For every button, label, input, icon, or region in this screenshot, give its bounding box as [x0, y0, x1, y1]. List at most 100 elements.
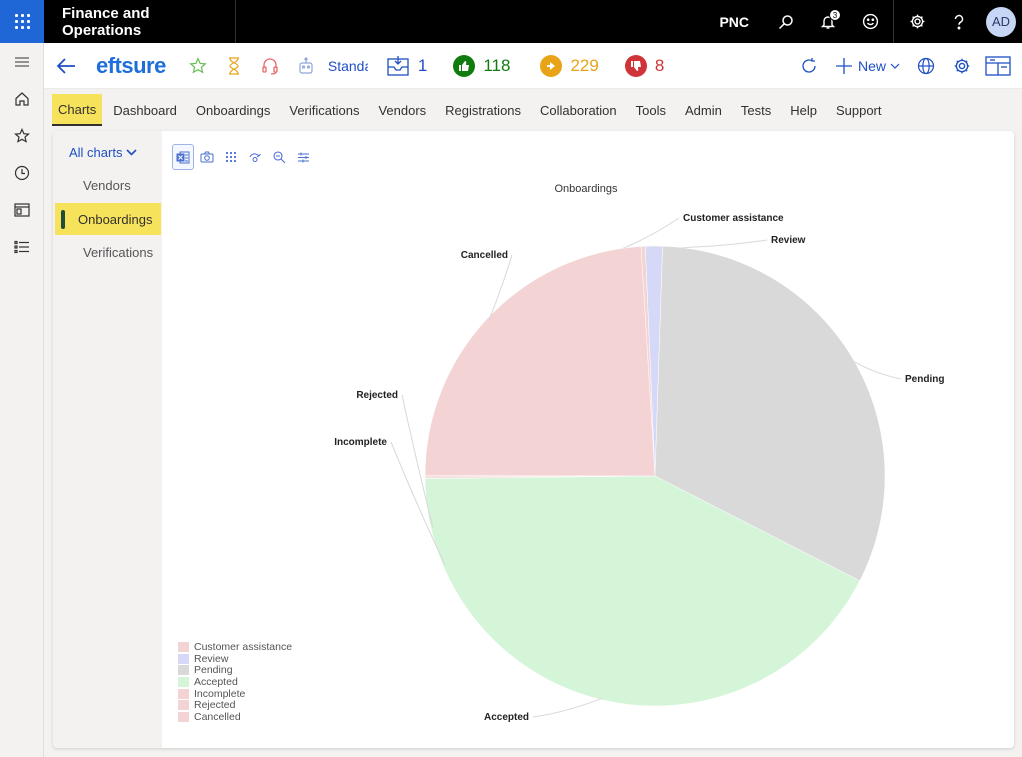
search-icon [778, 14, 793, 29]
pie-label-review: Review [771, 235, 806, 246]
back-arrow-icon [56, 57, 75, 74]
legend-label: Rejected [194, 699, 236, 712]
notifications-button[interactable]: 3 [807, 0, 849, 43]
refresh-button[interactable] [791, 43, 827, 89]
layout-icon [985, 55, 1011, 76]
metric-approved-value: 118 [483, 55, 511, 75]
metric-pending[interactable]: 229 [540, 54, 599, 77]
app-title[interactable]: Finance and Operations [44, 0, 236, 43]
back-button[interactable] [48, 57, 84, 74]
gear-icon [954, 58, 970, 73]
favorites-button[interactable] [0, 117, 44, 154]
metric-rejected[interactable]: 8 [624, 54, 665, 77]
legend-item-pending[interactable]: Pending [178, 664, 292, 676]
workspace-icon [14, 202, 30, 217]
menu-onboardings[interactable]: Onboardings [196, 94, 270, 126]
recent-button[interactable] [0, 154, 44, 191]
plus-icon [835, 57, 852, 74]
chart-panel: All charts Vendors Onboardings Verificat… [53, 131, 1014, 748]
pie-slice-cancelled[interactable] [424, 246, 656, 477]
headset-icon [262, 57, 278, 75]
menu-registrations[interactable]: Registrations [445, 94, 521, 126]
pie-label-customer-assistance: Customer assistance [683, 213, 784, 224]
legend-item-customer-assistance[interactable]: Customer assistance [178, 641, 292, 653]
menu-admin[interactable]: Admin [685, 94, 722, 126]
legend-swatch [178, 711, 189, 722]
top-bar: Finance and Operations PNC 3 AD [0, 0, 1022, 43]
pie-label-rejected: Rejected [356, 390, 398, 401]
legend-item-cancelled[interactable]: Cancelled [178, 711, 292, 723]
globe-icon [917, 57, 935, 74]
star-icon [189, 56, 207, 74]
pie-label-cancelled: Cancelled [461, 250, 508, 261]
menu-tests[interactable]: Tests [741, 94, 771, 126]
menu-tools[interactable]: Tools [636, 94, 666, 126]
new-button-label: New [857, 57, 886, 74]
favorite-button[interactable] [180, 43, 216, 89]
pie-label-incomplete: Incomplete [334, 437, 387, 448]
smiley-icon [862, 13, 878, 30]
home-icon [15, 91, 29, 106]
metric-inbox[interactable]: 1 [386, 55, 427, 77]
clock-icon [14, 165, 30, 180]
hourglass-button[interactable] [216, 43, 252, 89]
leader-line-accepted [532, 697, 603, 718]
legend-label: Incomplete [194, 687, 246, 700]
legend-label: Review [194, 652, 229, 665]
app-launcher-button[interactable] [0, 0, 44, 43]
left-navigation [0, 43, 44, 757]
legend-item-incomplete[interactable]: Incomplete [178, 688, 292, 700]
menu-support[interactable]: Support [836, 94, 882, 126]
feedback-button[interactable] [849, 0, 891, 43]
legend-label: Accepted [194, 675, 238, 688]
legend-swatch [178, 653, 189, 664]
legend-label: Cancelled [194, 710, 241, 723]
menu-help[interactable]: Help [790, 94, 817, 126]
pending-icon [540, 54, 563, 77]
menu-dashboard[interactable]: Dashboard [113, 94, 177, 126]
metric-pending-value: 229 [570, 55, 599, 75]
legend-item-accepted[interactable]: Accepted [178, 676, 292, 688]
legend-swatch [178, 688, 189, 699]
company-picker[interactable]: PNC [719, 14, 749, 30]
language-button[interactable] [908, 43, 944, 89]
gear-icon [910, 14, 924, 29]
refresh-icon [802, 57, 816, 73]
legend-item-rejected[interactable]: Rejected [178, 699, 292, 711]
legend-swatch [178, 676, 189, 687]
star-icon [14, 127, 30, 143]
view-selector[interactable]: Standard [328, 58, 368, 74]
metric-rejected-value: 8 [654, 55, 665, 75]
search-button[interactable] [765, 0, 807, 43]
legend-swatch [178, 665, 189, 676]
layout-button[interactable] [980, 43, 1016, 89]
legend-label: Customer assistance [194, 640, 293, 653]
list-icon [14, 240, 29, 253]
workspaces-button[interactable] [0, 191, 44, 228]
expand-nav-button[interactable] [0, 43, 44, 80]
menu-charts[interactable]: Charts [52, 94, 103, 126]
help-button[interactable] [938, 0, 980, 43]
chart-legend: Customer assistance Review Pending Accepted… [178, 641, 292, 723]
user-avatar[interactable]: AD [986, 6, 1016, 37]
page-settings-button[interactable] [944, 43, 980, 89]
bot-button[interactable] [288, 43, 324, 89]
hamburger-icon [15, 57, 29, 66]
chevron-down-icon [890, 63, 900, 69]
pie-label-pending: Pending [905, 374, 944, 385]
settings-button[interactable] [896, 0, 938, 43]
divider [893, 0, 894, 43]
legend-swatch [178, 641, 189, 652]
action-bar: eftsure Standard 1 118 229 8 [44, 43, 1022, 89]
metric-approved[interactable]: 118 [453, 54, 511, 77]
menu-collaboration[interactable]: Collaboration [540, 94, 617, 126]
menu-vendors[interactable]: Vendors [378, 94, 426, 126]
new-button[interactable]: New [835, 57, 900, 75]
main-menu: Charts Dashboard Onboardings Verificatio… [44, 89, 1022, 131]
support-button[interactable] [252, 43, 288, 89]
legend-item-review[interactable]: Review [178, 653, 292, 665]
modules-button[interactable] [0, 228, 44, 265]
menu-verifications[interactable]: Verifications [289, 94, 359, 126]
home-button[interactable] [0, 80, 44, 117]
waffle-icon [14, 14, 30, 29]
